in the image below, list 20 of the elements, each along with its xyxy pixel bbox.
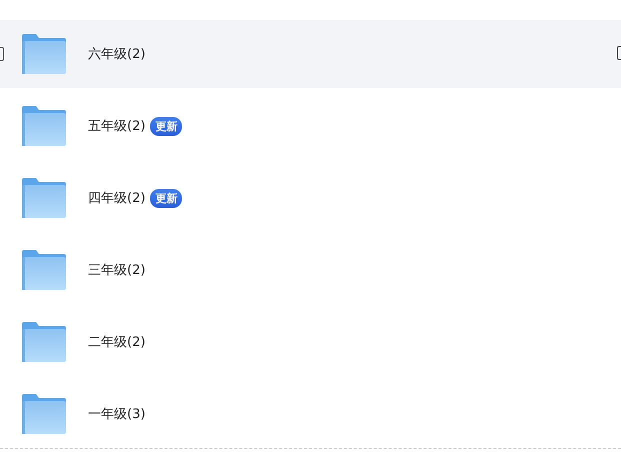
folder-icon xyxy=(22,178,66,218)
update-badge: 更新 xyxy=(150,116,182,136)
folder-name: 二年级(2) xyxy=(88,334,146,351)
update-badge: 更新 xyxy=(150,188,182,208)
folder-icon xyxy=(22,106,66,146)
folder-name: 三年级(2) xyxy=(88,262,146,279)
file-row[interactable]: 五年级(2) 更新 xyxy=(0,92,621,160)
folder-icon xyxy=(22,250,66,290)
folder-name: 六年级(2) xyxy=(88,46,146,63)
file-row[interactable]: 二年级(2) xyxy=(0,308,621,376)
file-row[interactable]: 一年级(3) xyxy=(0,380,621,448)
folder-name: 一年级(3) xyxy=(88,406,146,423)
folder-icon xyxy=(22,322,66,362)
file-row[interactable]: 六年级(2) xyxy=(0,20,621,88)
folder-icon xyxy=(22,394,66,434)
folder-name: 四年级(2) xyxy=(88,190,146,207)
folder-icon xyxy=(22,34,66,74)
folder-name: 五年级(2) xyxy=(88,118,146,135)
file-row[interactable]: 三年级(2) xyxy=(0,236,621,304)
file-row[interactable]: 四年级(2) 更新 xyxy=(0,164,621,232)
